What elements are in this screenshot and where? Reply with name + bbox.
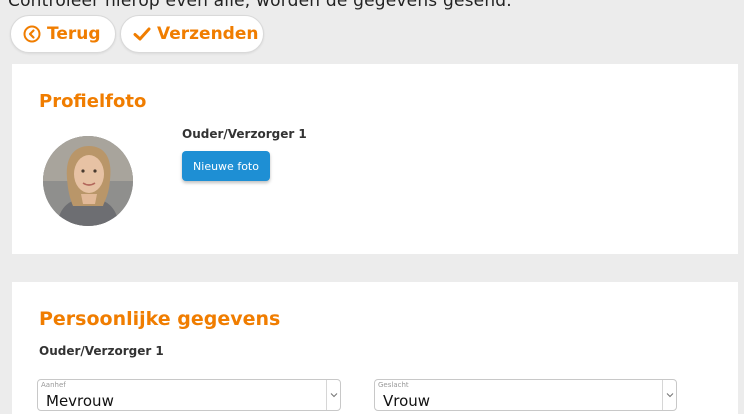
chevron-down-icon[interactable] xyxy=(662,380,676,410)
back-button-label: Terug xyxy=(47,24,101,44)
gender-select[interactable]: Geslacht Vrouw xyxy=(374,379,677,411)
salutation-value: Mevrouw xyxy=(46,392,114,410)
salutation-select[interactable]: Aanhef Mevrouw xyxy=(37,379,341,411)
instruction-text-cut: Controleer hierop even alle, worden de g… xyxy=(8,0,512,11)
send-button-label: Verzenden xyxy=(157,24,259,44)
gender-field-label: Geslacht xyxy=(378,381,409,389)
avatar xyxy=(43,136,133,226)
profile-photo-title: Profielfoto xyxy=(39,91,147,112)
parent-label: Ouder/Verzorger 1 xyxy=(39,344,164,358)
new-photo-button[interactable]: Nieuwe foto xyxy=(182,151,270,181)
chevron-down-icon[interactable] xyxy=(326,380,340,410)
profile-photo-card: Profielfoto Ouder/Verzorger 1 Nieuwe fot… xyxy=(12,64,738,254)
circle-chevron-left-icon xyxy=(23,25,41,43)
personal-details-title: Persoonlijke gegevens xyxy=(39,308,281,330)
back-button[interactable]: Terug xyxy=(10,15,116,53)
gender-value: Vrouw xyxy=(383,392,431,410)
send-button[interactable]: Verzenden xyxy=(120,15,264,53)
personal-details-card: Persoonlijke gegevens Ouder/Verzorger 1 … xyxy=(12,282,738,414)
salutation-field-label: Aanhef xyxy=(41,381,66,389)
check-icon xyxy=(133,26,151,42)
parent-label: Ouder/Verzorger 1 xyxy=(182,127,307,141)
